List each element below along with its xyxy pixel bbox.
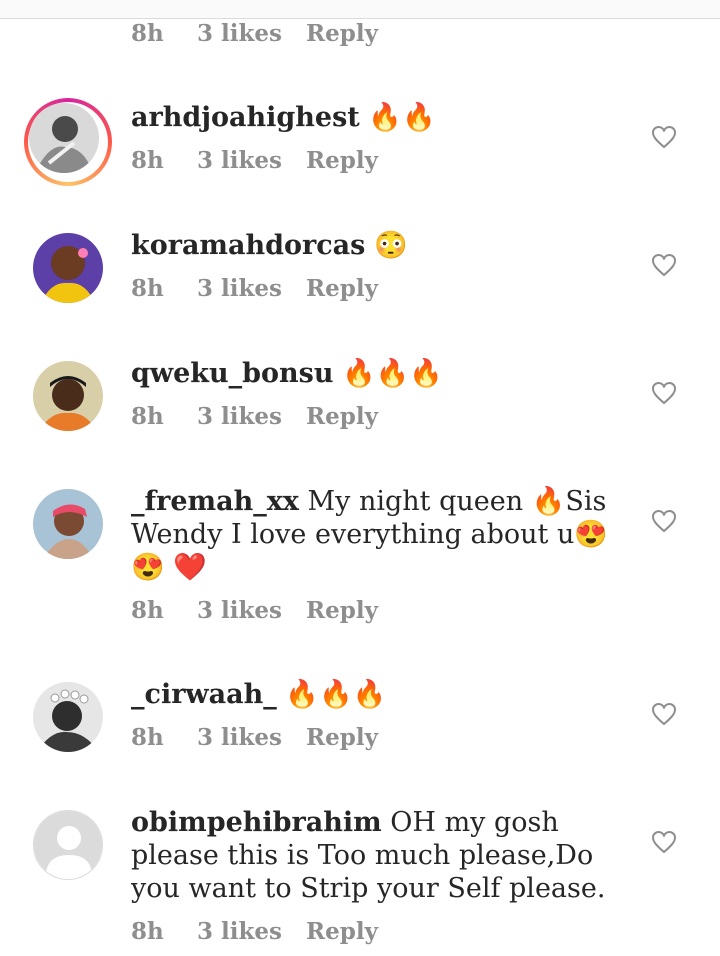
avatar[interactable] [33,233,103,303]
comment-likes[interactable]: 3 likes [197,20,306,47]
comment-time: 8h [131,275,164,302]
reply-button[interactable]: Reply [306,403,378,430]
reply-button[interactable]: Reply [306,724,378,751]
heart-outline-icon[interactable] [651,509,677,533]
reply-button[interactable]: Reply [306,597,378,624]
comment-time: 8h [131,403,164,430]
reply-button[interactable]: Reply [306,147,378,174]
heart-outline-icon[interactable] [651,830,677,854]
avatar[interactable] [33,489,103,559]
comment-body: _fremah_xx My night queen 🔥Sis Wendy I l… [131,485,631,584]
comment-time: 8h [131,20,164,47]
comment-time: 8h [131,597,164,624]
comment-likes[interactable]: 3 likes [197,275,306,302]
avatar[interactable] [33,682,103,752]
comment-likes[interactable]: 3 likes [197,918,306,945]
heart-outline-icon[interactable] [651,125,677,149]
reply-button[interactable]: Reply [306,918,378,945]
previous-comment-area [0,0,720,19]
comment-time: 8h [131,918,164,945]
default-avatar-icon[interactable] [33,810,103,880]
comment-username[interactable]: _cirwaah_ [131,679,277,710]
comment-body: _cirwaah_ 🔥🔥🔥 [131,678,631,711]
reply-button[interactable]: Reply [306,20,378,47]
reply-button[interactable]: Reply [306,275,378,302]
comment-meta: 8h 3 likes Reply [131,403,378,430]
comment-body: arhdjoahighest 🔥🔥 [131,101,631,134]
heart-outline-icon[interactable] [651,253,677,277]
comment-time: 8h [131,724,164,751]
comment-username[interactable]: koramahdorcas [131,230,365,261]
comment-username[interactable]: qweku_bonsu [131,358,334,389]
comment-likes[interactable]: 3 likes [197,403,306,430]
comment-meta: 8h 3 likes Reply [131,275,378,302]
heart-outline-icon[interactable] [651,381,677,405]
comment-time: 8h [131,147,164,174]
comment-username[interactable]: arhdjoahighest [131,102,360,133]
avatar[interactable] [29,103,99,173]
comment-body: qweku_bonsu 🔥🔥🔥 [131,357,631,390]
comment-likes[interactable]: 3 likes [197,597,306,624]
comment-likes[interactable]: 3 likes [197,724,306,751]
comment-username[interactable]: obimpehibrahim [131,807,382,838]
heart-outline-icon[interactable] [651,702,677,726]
comment-meta: 8h 3 likes Reply [131,597,378,624]
comment-likes[interactable]: 3 likes [197,147,306,174]
comment-text: 🔥🔥 [359,102,436,133]
comment-meta: 8h 3 likes Reply [131,20,378,47]
comment-body: koramahdorcas 😳 [131,229,631,262]
comment-text: 🔥🔥🔥 [333,358,443,389]
avatar[interactable] [33,361,103,431]
comment-body: obimpehibrahim OH my gosh please this is… [131,806,631,905]
comment-meta: 8h 3 likes Reply [131,918,378,945]
comment-meta: 8h 3 likes Reply [131,724,378,751]
comment-text: 😳 [365,230,408,261]
comment-meta: 8h 3 likes Reply [131,147,378,174]
story-ring[interactable] [24,98,112,186]
comment-text: 🔥🔥🔥 [276,679,387,710]
comment-username[interactable]: _fremah_xx [131,486,299,517]
